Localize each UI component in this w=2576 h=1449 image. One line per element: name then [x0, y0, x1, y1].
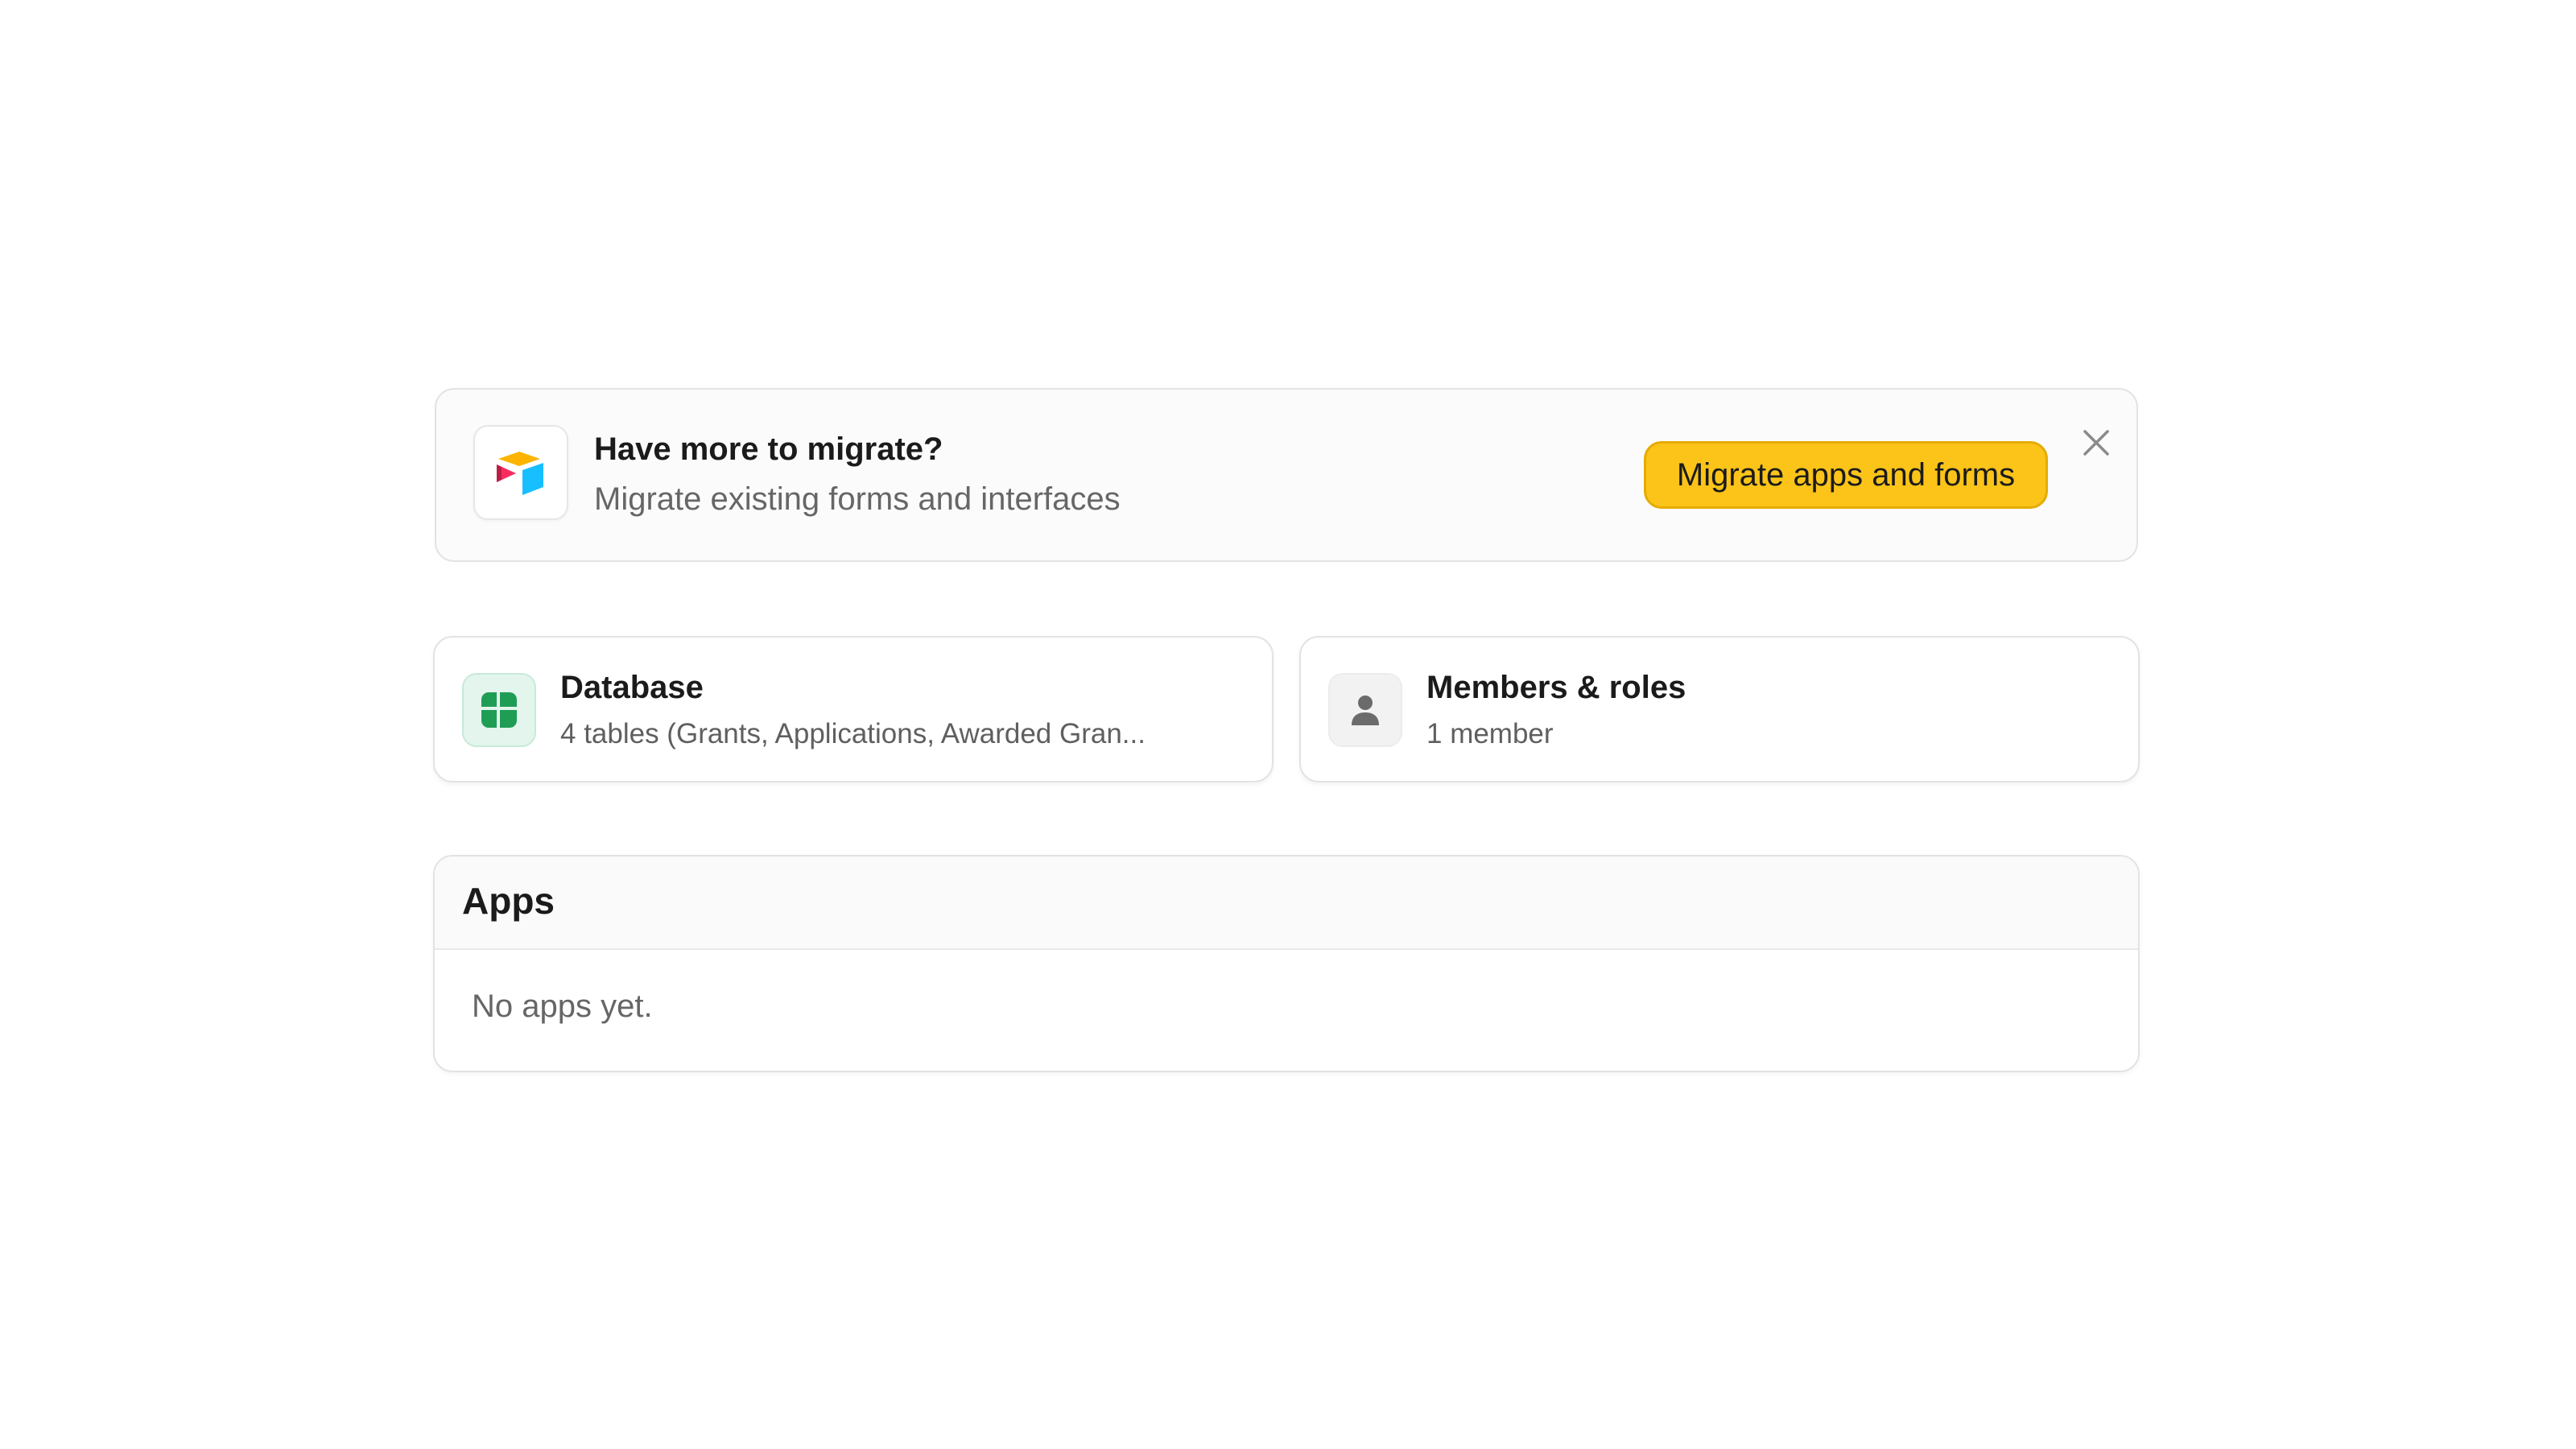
members-and-roles-card[interactable]: Members & roles 1 member: [1299, 636, 2140, 782]
members-card-subtitle: 1 member: [1426, 718, 1554, 749]
table-grid-icon: [462, 673, 536, 747]
apps-panel: Apps No apps yet.: [433, 855, 2140, 1072]
migrate-apps-and-forms-button[interactable]: Migrate apps and forms: [1644, 441, 2048, 509]
database-card[interactable]: Database 4 tables (Grants, Applications,…: [433, 636, 1274, 782]
person-icon: [1328, 673, 1402, 747]
members-card-title: Members & roles: [1426, 670, 1686, 705]
page: Have more to migrate? Migrate existing f…: [0, 0, 2576, 1449]
database-card-subtitle: 4 tables (Grants, Applications, Awarded …: [560, 718, 1146, 749]
banner-subtitle: Migrate existing forms and interfaces: [594, 481, 1121, 517]
airtable-logo-icon: [473, 425, 568, 520]
banner-title: Have more to migrate?: [594, 431, 943, 467]
migration-banner: Have more to migrate? Migrate existing f…: [435, 388, 2138, 562]
database-card-title: Database: [560, 670, 704, 705]
apps-title: Apps: [462, 880, 555, 922]
apps-empty-message: No apps yet.: [472, 989, 653, 1024]
apps-panel-header: Apps: [435, 857, 2138, 950]
close-icon: [2083, 430, 2109, 456]
close-banner-button[interactable]: [2072, 419, 2120, 467]
